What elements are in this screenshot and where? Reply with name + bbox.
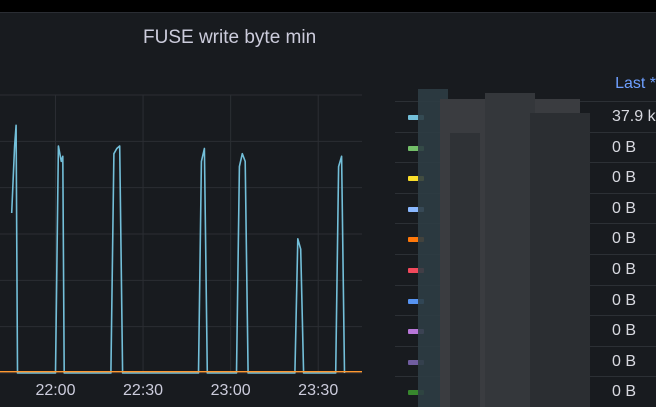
legend-color-swatch: [408, 359, 424, 365]
legend-color-swatch: [408, 145, 424, 151]
legend-row[interactable]: 0 B: [395, 376, 656, 407]
legend-value-last: 0 B: [612, 230, 637, 248]
legend-value-last: 37.9 k: [612, 108, 656, 125]
series-line: [10, 124, 346, 374]
x-axis-tick-label: 23:30: [298, 382, 338, 399]
legend-row[interactable]: 0 B: [395, 223, 656, 254]
legend-color-swatch: [408, 298, 424, 304]
legend-name-fragment: 2: [565, 108, 574, 125]
legend-color-swatch: [408, 115, 424, 120]
legend-value-last: 0 B: [612, 383, 637, 401]
legend-color-swatch: [408, 176, 424, 182]
legend-value-last: 0 B: [612, 291, 637, 309]
graph-panel: FUSE write byte min 22:00 22:30 23:00 23:30…: [0, 12, 656, 407]
chart-svg: 22:00 22:30 23:00 23:30: [0, 94, 362, 399]
legend-row[interactable]: 0 B: [395, 162, 656, 193]
legend-row[interactable]: 0 B: [395, 284, 656, 316]
legend-color-swatch: [408, 206, 424, 212]
x-axis-tick-label: 23:00: [211, 382, 251, 399]
legend-value-last: 0 B: [612, 169, 637, 187]
time-series-chart[interactable]: 22:00 22:30 23:00 23:30: [0, 13, 400, 407]
legend-color-swatch: [408, 329, 424, 335]
x-axis-tick-label: 22:00: [35, 382, 75, 399]
x-axis-tick-label: 22:30: [123, 382, 163, 399]
legend-value-last: 0 B: [612, 352, 637, 370]
legend-row[interactable]: 2 37.9 k: [395, 101, 656, 132]
legend-row[interactable]: 0 B: [395, 192, 656, 224]
legend-row[interactable]: 0 B: [395, 254, 656, 285]
legend-value-last: 0 B: [612, 138, 637, 156]
legend-value-last: 0 B: [612, 322, 637, 340]
legend-table: Last * 2 37.9 k 0 B 0 B 0 B 0 B 0 B 0 B 0 B 0 B 0 …: [395, 69, 656, 407]
legend-value-last: 0 B: [612, 261, 637, 278]
legend-color-swatch: [408, 237, 424, 243]
legend-column-header-last[interactable]: Last *: [615, 75, 656, 93]
legend-color-swatch: [408, 390, 424, 396]
legend-row[interactable]: 0 B: [395, 131, 656, 163]
legend-row[interactable]: 0 B: [395, 345, 656, 377]
legend-color-swatch: [408, 268, 424, 273]
legend-row[interactable]: 0 B: [395, 315, 656, 346]
legend-value-last: 0 B: [612, 199, 637, 217]
